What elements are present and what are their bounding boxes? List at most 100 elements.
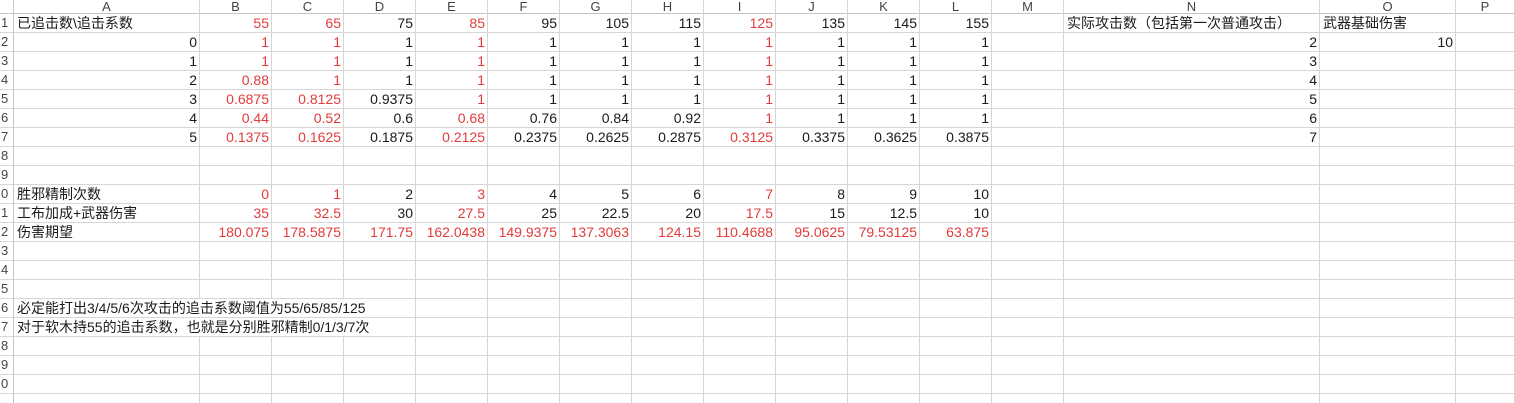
cell-i5[interactable]: 1 [704, 90, 776, 109]
cell-a10[interactable]: 胜邪精制次数 [14, 185, 200, 204]
cell-o17[interactable] [1320, 318, 1456, 337]
cell-a11[interactable]: 工布加成+武器伤害 [14, 204, 200, 223]
cell-b7[interactable]: 0.1375 [200, 128, 272, 147]
cell-j12[interactable]: 95.0625 [776, 223, 848, 242]
cell-f4[interactable]: 1 [488, 71, 560, 90]
column-header-m[interactable]: M [992, 0, 1064, 14]
cell-c2[interactable]: 1 [272, 33, 344, 52]
cell-p1[interactable] [1456, 14, 1515, 33]
cell-b14[interactable] [200, 261, 272, 280]
cell-i6[interactable]: 1 [704, 109, 776, 128]
cell-h1[interactable]: 115 [632, 14, 704, 33]
cell-f17[interactable] [488, 318, 560, 337]
cell-d4[interactable]: 1 [344, 71, 416, 90]
cell-i9[interactable] [704, 166, 776, 185]
cell-l15[interactable] [920, 280, 992, 299]
cell-j19[interactable] [776, 356, 848, 375]
column-header-g[interactable]: G [560, 0, 632, 14]
cell-e5[interactable]: 1 [416, 90, 488, 109]
row-header-3[interactable]: 3 [0, 52, 14, 71]
cell-i17[interactable] [704, 318, 776, 337]
cell-k14[interactable] [848, 261, 920, 280]
cell-g13[interactable] [560, 242, 632, 261]
cell-d3[interactable]: 1 [344, 52, 416, 71]
cell-j11[interactable]: 15 [776, 204, 848, 223]
cell-g8[interactable] [560, 147, 632, 166]
cell-e9[interactable] [416, 166, 488, 185]
cell-f9[interactable] [488, 166, 560, 185]
cell-a4[interactable]: 2 [14, 71, 200, 90]
cell-o15[interactable] [1320, 280, 1456, 299]
cell-a19[interactable] [14, 356, 200, 375]
cell-k1[interactable]: 145 [848, 14, 920, 33]
cell-i14[interactable] [704, 261, 776, 280]
cell-b13[interactable] [200, 242, 272, 261]
column-header-l[interactable]: L [920, 0, 992, 14]
cell-m4[interactable] [992, 71, 1064, 90]
cell-b9[interactable] [200, 166, 272, 185]
cell-k4[interactable]: 1 [848, 71, 920, 90]
column-header-e[interactable]: E [416, 0, 488, 14]
cell-i13[interactable] [704, 242, 776, 261]
cell-h13[interactable] [632, 242, 704, 261]
cell-o11[interactable] [1320, 204, 1456, 223]
cell-e19[interactable] [416, 356, 488, 375]
cell-o3[interactable] [1320, 52, 1456, 71]
cell-f2[interactable]: 1 [488, 33, 560, 52]
cell-f1[interactable]: 95 [488, 14, 560, 33]
cell-h17[interactable] [632, 318, 704, 337]
cell-b21[interactable] [200, 394, 272, 403]
cell-g21[interactable] [560, 394, 632, 403]
cell-h2[interactable]: 1 [632, 33, 704, 52]
cell-p9[interactable] [1456, 166, 1515, 185]
cell-d5[interactable]: 0.9375 [344, 90, 416, 109]
cell-p6[interactable] [1456, 109, 1515, 128]
cell-g2[interactable]: 1 [560, 33, 632, 52]
cell-a13[interactable] [14, 242, 200, 261]
cell-a1[interactable]: 已追击数\追击系数 [14, 14, 200, 33]
row-header-19[interactable]: 9 [0, 356, 14, 375]
cell-j15[interactable] [776, 280, 848, 299]
cell-e1[interactable]: 85 [416, 14, 488, 33]
cell-g9[interactable] [560, 166, 632, 185]
cell-k2[interactable]: 1 [848, 33, 920, 52]
cell-b11[interactable]: 35 [200, 204, 272, 223]
cell-d9[interactable] [344, 166, 416, 185]
cell-k12[interactable]: 79.53125 [848, 223, 920, 242]
cell-l8[interactable] [920, 147, 992, 166]
cell-p14[interactable] [1456, 261, 1515, 280]
cell-d13[interactable] [344, 242, 416, 261]
cell-p15[interactable] [1456, 280, 1515, 299]
column-header-k[interactable]: K [848, 0, 920, 14]
cell-h19[interactable] [632, 356, 704, 375]
cell-j7[interactable]: 0.3375 [776, 128, 848, 147]
cell-l16[interactable] [920, 299, 992, 318]
cell-g12[interactable]: 137.3063 [560, 223, 632, 242]
column-header-b[interactable]: B [200, 0, 272, 14]
cell-n21[interactable] [1064, 394, 1320, 403]
cell-l11[interactable]: 10 [920, 204, 992, 223]
cell-g3[interactable]: 1 [560, 52, 632, 71]
row-header-2[interactable]: 2 [0, 33, 14, 52]
cell-a9[interactable] [14, 166, 200, 185]
column-header-n[interactable]: N [1064, 0, 1320, 14]
cell-j21[interactable] [776, 394, 848, 403]
cell-c11[interactable]: 32.5 [272, 204, 344, 223]
cell-g6[interactable]: 0.84 [560, 109, 632, 128]
column-header-i[interactable]: I [704, 0, 776, 14]
cell-h6[interactable]: 0.92 [632, 109, 704, 128]
cell-h18[interactable] [632, 337, 704, 356]
column-header-j[interactable]: J [776, 0, 848, 14]
cell-a7[interactable]: 5 [14, 128, 200, 147]
cell-o19[interactable] [1320, 356, 1456, 375]
cell-a5[interactable]: 3 [14, 90, 200, 109]
cell-d2[interactable]: 1 [344, 33, 416, 52]
cell-j4[interactable]: 1 [776, 71, 848, 90]
row-header-21[interactable] [0, 394, 14, 403]
row-header-6[interactable]: 6 [0, 109, 14, 128]
cell-n19[interactable] [1064, 356, 1320, 375]
cell-b15[interactable] [200, 280, 272, 299]
cell-n3[interactable]: 3 [1064, 52, 1320, 71]
cell-m16[interactable] [992, 299, 1064, 318]
cell-p12[interactable] [1456, 223, 1515, 242]
